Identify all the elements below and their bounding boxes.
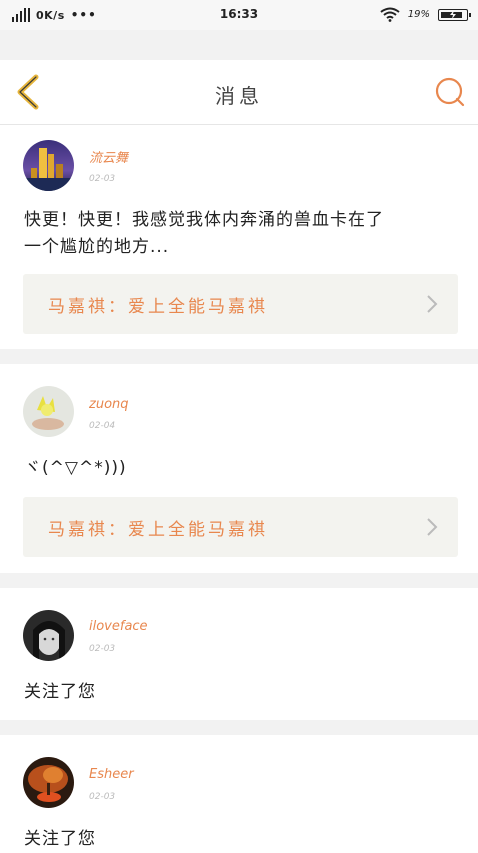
search-icon[interactable] [434,76,466,108]
message-text-line: ヾ(^▽^*))) [24,458,127,478]
message-date: 02-03 [89,644,116,654]
message-card: zuonq 02-04 ヾ(^▽^*))) 马嘉祺：爱上全能马嘉祺 [0,364,478,573]
city-skyline-avatar-image [23,140,74,191]
chevron-right-icon [427,518,438,536]
avatar[interactable] [23,610,74,661]
chevron-right-icon [427,295,438,313]
message-text-line: 关注了您 [24,682,96,702]
message-text: ヾ(^▽^*))) [24,455,454,482]
status-bar: 0K/s ••• 16:33 19% [0,0,478,30]
quoted-post-title: 马嘉祺：爱上全能马嘉祺 [48,297,268,317]
message-card: 流云舞 02-03 快更！快更！我感觉我体内奔涌的兽血卡在了 一个尴尬的地方..… [0,125,478,349]
username[interactable]: 流云舞 [89,147,128,166]
message-text-line: 关注了您 [24,829,96,849]
avatar[interactable] [23,757,74,808]
battery-icon [438,8,471,21]
charging-bolt-icon [450,9,456,19]
status-right: 19% [380,7,471,22]
page-title: 消息 [215,84,263,108]
autumn-tree-avatar-image [23,757,74,808]
battery-percent: 19% [407,9,430,20]
username[interactable]: Esheer [89,767,134,782]
message-text-line: 快更！快更！我感觉我体内奔涌的兽血卡在了 [24,210,384,230]
message-date: 02-04 [89,421,116,431]
message-card: iloveface 02-03 关注了您 [0,588,478,720]
wifi-icon [380,7,400,22]
avatar[interactable] [23,386,74,437]
quoted-post-link[interactable]: 马嘉祺：爱上全能马嘉祺 [23,497,458,557]
message-date: 02-03 [89,792,116,802]
message-text-line: 一个尴尬的地方... [24,237,170,257]
message-date: 02-03 [89,174,116,184]
message-text: 关注了您 [24,679,454,706]
hand-flower-avatar-image [23,386,74,437]
username[interactable]: iloveface [89,619,148,634]
username[interactable]: zuonq [89,397,129,412]
girl-portrait-avatar-image [23,610,74,661]
quoted-post-link[interactable]: 马嘉祺：爱上全能马嘉祺 [23,274,458,334]
message-text: 关注了您 [24,826,454,853]
message-text: 快更！快更！我感觉我体内奔涌的兽血卡在了 一个尴尬的地方... [24,207,454,261]
avatar[interactable] [23,140,74,191]
top-navigation-bar: 消息 [0,60,478,125]
message-card: Esheer 02-03 关注了您 [0,735,478,853]
quoted-post-title: 马嘉祺：爱上全能马嘉祺 [48,520,268,540]
